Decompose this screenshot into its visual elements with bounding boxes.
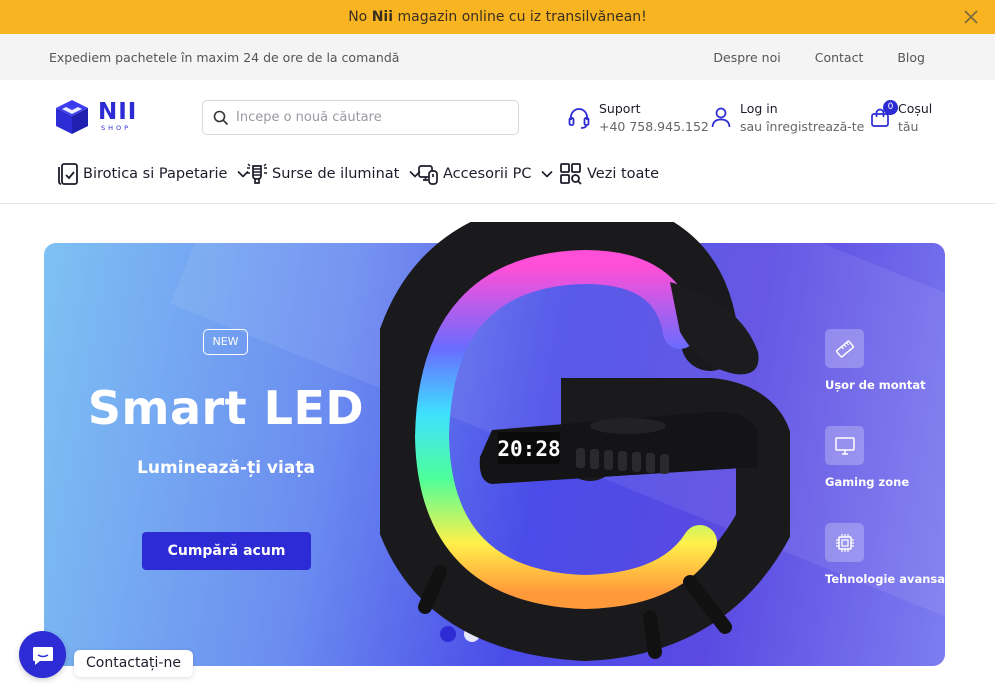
support-block[interactable]: Suport +40 758.945.152 — [567, 100, 709, 136]
chat-bubble-icon — [32, 646, 53, 665]
about-link[interactable]: Despre noi — [713, 50, 780, 65]
nav-item-birotica[interactable]: Birotica si Papetarie — [57, 162, 250, 186]
search-icon — [213, 110, 229, 125]
monitor-icon — [825, 426, 864, 465]
nav-item-iluminat[interactable]: Surse de iluminat — [246, 162, 421, 186]
top-info-bar: Expediem pachetele în maxim 24 de ore de… — [0, 34, 995, 80]
register-link[interactable]: sau înregistrează-te — [740, 118, 864, 136]
chevron-down-icon — [541, 170, 554, 178]
nav-label: Surse de iluminat — [272, 166, 400, 182]
main-navigation: Birotica si Papetarie Surse de iluminat … — [0, 150, 995, 204]
account-block[interactable]: Log in sau înregistrează-te — [710, 100, 864, 136]
contact-link[interactable]: Contact — [815, 50, 864, 65]
logo-wordmark: NII SHOP — [98, 100, 137, 132]
announcement-bar: No Nii magazin online cu iz transilvănea… — [0, 0, 995, 34]
support-title: Suport — [599, 101, 641, 116]
slider-dot-5[interactable] — [536, 626, 552, 642]
announcement-suffix: magazin online cu iz transilvănean! — [397, 9, 647, 25]
feature-gaming: Gaming zone — [825, 426, 945, 489]
chip-icon — [825, 523, 864, 562]
nav-label: Birotica si Papetarie — [83, 166, 228, 182]
blog-link[interactable]: Blog — [897, 50, 925, 65]
cart-title: Coșul — [898, 101, 933, 116]
site-header: NII SHOP Suport +40 758.945.152 Log in — [0, 80, 995, 150]
top-links: Despre noi Contact Blog — [679, 50, 925, 65]
nav-label: Vezi toate — [587, 166, 660, 182]
feature-label: Tehnologie avansată — [825, 572, 945, 586]
grid-search-icon — [560, 163, 582, 185]
slider-dot-3[interactable] — [488, 626, 504, 642]
search-input[interactable] — [236, 110, 506, 125]
chat-button[interactable] — [19, 631, 66, 678]
search-box[interactable] — [202, 100, 519, 135]
feature-label: Gaming zone — [825, 475, 910, 489]
announcement-brand: Nii — [371, 9, 394, 25]
cart-block[interactable]: 0 Coșul tău — [870, 100, 932, 136]
close-icon[interactable] — [961, 7, 981, 27]
cart-count-badge: 0 — [883, 100, 898, 115]
slider-dot-2[interactable] — [464, 626, 480, 642]
hero-title: Smart LED — [87, 381, 365, 435]
pc-accessories-icon — [418, 165, 438, 185]
slider-dots — [440, 626, 552, 642]
nav-item-accesorii[interactable]: Accesorii PC — [417, 162, 554, 186]
announcement-text: No Nii magazin online cu iz transilvănea… — [348, 9, 647, 25]
cart-icon-wrap: 0 — [870, 100, 898, 130]
cart-subtitle: tău — [898, 119, 919, 134]
shop-now-button[interactable]: Cumpără acum — [142, 532, 311, 570]
new-badge: NEW — [203, 329, 248, 355]
login-link[interactable]: Log in — [740, 100, 864, 118]
stationery-icon — [58, 163, 78, 185]
shipping-info: Expediem pachetele în maxim 24 de ore de… — [49, 49, 400, 65]
ruler-icon — [825, 329, 864, 368]
feature-easy-mount: Ușor de montat — [825, 329, 945, 392]
headset-icon — [568, 108, 590, 129]
hero-subtitle: Luminează-ți viața — [137, 458, 315, 478]
site-logo[interactable]: NII SHOP — [54, 98, 149, 136]
nav-label: Accesorii PC — [443, 166, 532, 182]
logo-subname: SHOP — [101, 124, 132, 132]
chat-label[interactable]: Contactați-ne — [74, 650, 193, 677]
bulb-icon — [247, 163, 267, 184]
hero-banner[interactable]: NEW Smart LED Luminează-ți viața Cumpără… — [44, 243, 945, 666]
announcement-prefix: No — [348, 9, 368, 25]
slider-dot-1[interactable] — [440, 626, 456, 642]
feature-tech: Tehnologie avansată — [825, 523, 945, 586]
support-phone[interactable]: +40 758.945.152 — [599, 118, 709, 136]
logo-name: NII — [98, 99, 138, 125]
user-icon — [711, 107, 731, 128]
nav-item-vezi-toate[interactable]: Vezi toate — [559, 162, 659, 186]
slider-dot-4[interactable] — [512, 626, 528, 642]
feature-label: Ușor de montat — [825, 378, 926, 392]
logo-cube-icon — [56, 100, 88, 134]
